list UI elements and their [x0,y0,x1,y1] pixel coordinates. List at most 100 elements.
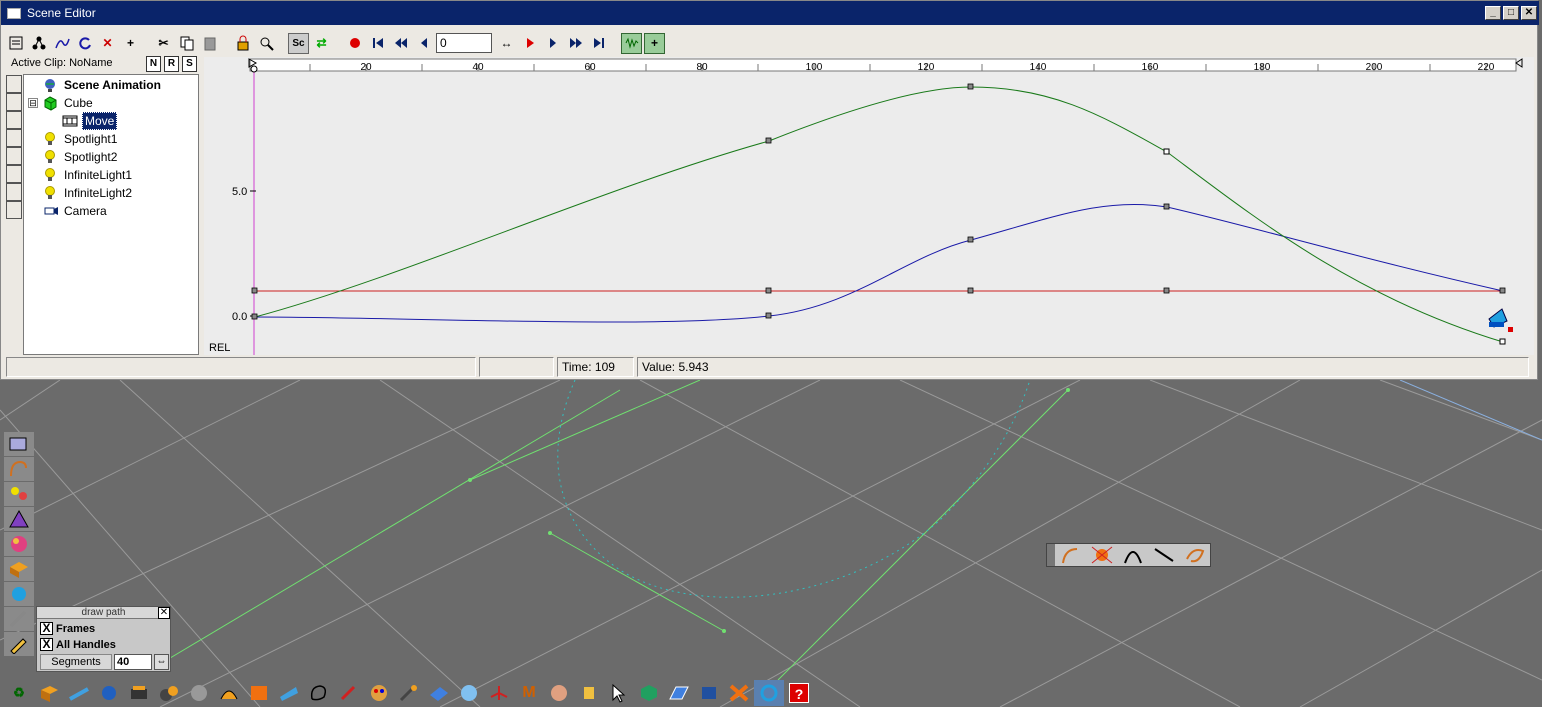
tree-item-spotlight2[interactable]: Spotlight2 [42,148,117,166]
tree-item-move[interactable]: Move [62,112,118,130]
range-icon[interactable]: ↔ [496,33,517,54]
modify-tools-icon[interactable] [4,607,34,631]
lasso-icon[interactable] [304,680,334,706]
keyframe[interactable] [967,287,974,294]
tool-icon[interactable] [394,680,424,706]
keyframe[interactable] [1499,287,1506,294]
cube-green-icon[interactable] [634,680,664,706]
paint-icon[interactable] [4,632,34,656]
add-key-icon[interactable]: + [120,33,141,54]
minimize-button[interactable]: _ [1485,6,1501,20]
swap-icon[interactable]: ⇄ [311,33,332,54]
tree-item-spotlight1[interactable]: Spotlight1 [42,130,117,148]
metaball-icon[interactable]: M [514,680,544,706]
close-path-icon[interactable] [1179,544,1210,566]
time-cursor-handle[interactable] [250,65,258,73]
timeline-ruler[interactable] [249,58,1517,72]
paste-icon[interactable] [199,33,220,54]
grid-icon[interactable] [664,680,694,706]
maximize-button[interactable]: □ [1503,6,1519,20]
zoom-fit-icon[interactable] [255,33,276,54]
track-toggle[interactable] [6,201,22,219]
material-icon[interactable] [4,507,34,531]
step-forward-icon[interactable] [542,33,563,54]
arc-icon[interactable] [1117,544,1148,566]
track-toggle[interactable] [6,75,22,93]
track-toggle[interactable] [6,111,22,129]
hand-icon[interactable] [574,680,604,706]
plane-icon[interactable] [274,680,304,706]
audio-icon[interactable] [621,32,642,54]
keyframe[interactable] [967,236,974,243]
track-toggle[interactable] [6,147,22,165]
tree-item-camera[interactable]: Camera [42,202,107,220]
go-end-icon[interactable] [588,33,609,54]
keyframe[interactable] [1499,338,1506,345]
spring-icon[interactable] [754,680,784,706]
draw-curve-icon[interactable] [1055,544,1086,566]
help-icon[interactable]: ? [784,680,814,706]
keyframe[interactable] [1163,287,1170,294]
tree-item-cube[interactable]: ⊟ Cube [28,94,93,112]
frame-input[interactable] [436,33,492,53]
box-icon[interactable] [34,680,64,706]
lights-icon[interactable] [4,482,34,506]
curve-icon[interactable] [51,33,72,54]
tree-item-infinitelight1[interactable]: InfiniteLight1 [42,166,132,184]
deform-icon[interactable] [94,680,124,706]
panel-close-button[interactable]: ✕ [158,607,170,619]
knife-icon[interactable] [334,680,364,706]
checker-icon[interactable] [454,680,484,706]
palette-icon[interactable] [364,680,394,706]
properties-icon[interactable] [5,33,26,54]
face-icon[interactable] [544,680,574,706]
refresh-icon[interactable] [74,33,95,54]
keyframe[interactable] [1163,148,1170,155]
sweep-icon[interactable] [214,680,244,706]
group-icon[interactable] [154,680,184,706]
recycle-icon[interactable]: ♻ [4,680,34,706]
track-toggle[interactable] [6,93,22,111]
keyframe[interactable] [765,287,772,294]
all-handles-checkbox[interactable]: X [40,638,53,651]
camera-view-icon[interactable] [4,432,34,456]
line-icon[interactable] [1148,544,1179,566]
toolbar-grip[interactable] [1047,544,1055,566]
frames-checkbox[interactable]: X [40,622,53,635]
keyframe[interactable] [251,287,258,294]
tree-item-infinitelight2[interactable]: InfiniteLight2 [42,184,132,202]
rewind-icon[interactable] [390,33,411,54]
clip-s-button[interactable]: S [182,56,197,72]
track-toggle[interactable] [6,165,22,183]
floor-icon[interactable] [694,680,724,706]
boolean-icon[interactable] [244,680,274,706]
clip-n-button[interactable]: N [146,56,161,72]
record-icon[interactable] [344,33,365,54]
path-tool-icon[interactable] [4,457,34,481]
add-track-icon[interactable]: + [644,32,665,54]
play-marker-icon[interactable] [519,33,540,54]
keyframe[interactable] [1163,203,1170,210]
hierarchy-icon[interactable] [28,33,49,54]
lock-icon[interactable] [232,33,253,54]
close-button[interactable]: ✕ [1521,6,1537,20]
cut-icon[interactable]: ✂ [153,33,174,54]
track-toggle[interactable] [6,183,22,201]
curve-graph[interactable]: 20 40 60 80 100 120 140 160 180 200 220 5.0 0.0 RE… [204,57,1534,355]
primitives-icon[interactable] [4,582,34,606]
go-start-icon[interactable] [367,33,388,54]
texture-icon[interactable] [424,680,454,706]
title-bar[interactable]: Scene Editor [1,1,1539,25]
cross-tool-icon[interactable] [724,680,754,706]
keyframe[interactable] [765,137,772,144]
tree-item-scene-animation[interactable]: Scene Animation [42,76,161,94]
sc-button[interactable]: Sc [288,32,309,54]
lathe-icon[interactable] [184,680,214,706]
fast-forward-icon[interactable] [565,33,586,54]
keyframe[interactable] [251,313,258,320]
3d-viewport[interactable] [0,380,1542,707]
delete-icon[interactable]: ✕ [97,33,118,54]
add-point-icon[interactable] [1086,544,1117,566]
box-tool-icon[interactable] [4,557,34,581]
pointer-icon[interactable] [604,680,634,706]
